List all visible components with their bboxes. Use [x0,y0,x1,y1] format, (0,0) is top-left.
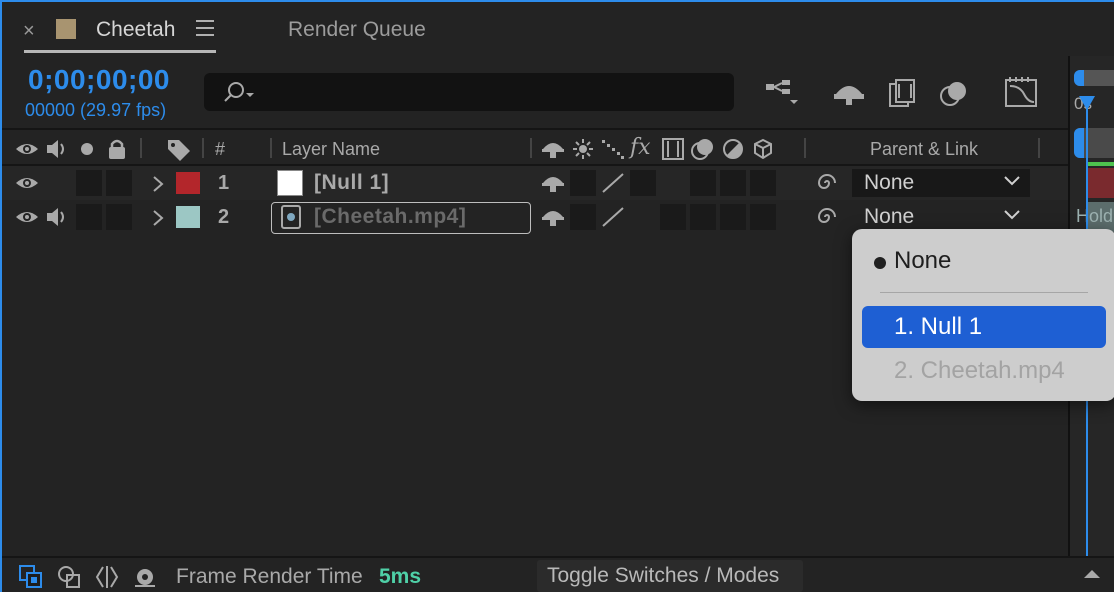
motion-blur-column-icon[interactable] [690,137,716,161]
adjustment-switch[interactable] [720,170,746,196]
video-visibility-icon[interactable] [14,137,40,161]
composition-flowchart-icon[interactable] [762,76,800,110]
frame-blend-icon[interactable] [660,137,686,161]
active-tab-indicator [24,50,216,53]
shy-icon[interactable] [540,137,566,161]
panel-tab-bar: × Cheetah Render Queue [2,4,1114,56]
lock-icon[interactable] [104,137,130,161]
zoom-up-icon[interactable] [1082,568,1102,580]
audio-icon[interactable] [44,137,70,161]
panel-menu-icon[interactable] [196,20,214,36]
draft-3d-icon[interactable] [830,76,868,110]
quality-best-icon[interactable] [600,205,626,229]
render-cache-bar [1086,162,1114,166]
search-icon [224,82,254,102]
chevron-right-icon[interactable] [146,206,172,230]
popup-option-cheetah: 2. Cheetah.mp4 [894,357,1065,384]
label-tag-icon[interactable] [166,137,192,161]
audio-icon[interactable] [44,205,70,229]
lock-switch[interactable] [106,170,132,196]
work-area-start-handle[interactable] [1074,128,1084,158]
solo-switch[interactable] [76,204,102,230]
video-visibility-icon[interactable] [14,205,40,229]
parent-dropdown-value: None [864,171,915,194]
parent-link-column-header[interactable]: Parent & Link [870,139,978,160]
layer-column-headers: # Layer Name fx Parent & Link [2,130,1068,166]
3d-switch[interactable] [750,170,776,196]
layer-name[interactable]: [Null 1] [314,171,389,195]
solo-switch[interactable] [76,170,102,196]
motion-blur-icon[interactable] [936,76,974,110]
composition-color-swatch [56,19,76,39]
layer-number: 1 [218,172,230,194]
adjustment-switch[interactable] [720,204,746,230]
adjustment-layer-icon[interactable] [720,137,746,161]
selected-bullet-icon [874,257,886,269]
layer-row[interactable]: 1 [Null 1] None [2,166,1068,200]
effects-column-header[interactable]: fx [630,135,651,160]
layer-switches-icon[interactable] [18,564,44,590]
effects-switch[interactable] [630,170,656,196]
number-column-header[interactable]: # [215,139,225,160]
popup-option-none[interactable]: None [894,247,1114,287]
frame-blending-icon[interactable] [884,76,922,110]
collapse-switch[interactable] [570,170,596,196]
composition-panel: × Cheetah Render Queue 0;00;00;00 00000 … [0,0,1114,592]
lock-switch[interactable] [106,204,132,230]
video-visibility-icon[interactable] [14,171,40,195]
null-layer-icon [277,170,303,196]
frame-count-display: 00000 (29.97 fps) [25,100,167,120]
chevron-right-icon[interactable] [146,172,172,196]
shy-icon[interactable] [540,171,566,195]
parent-dropdown-value[interactable]: None [864,205,914,229]
collapse-switch[interactable] [570,204,596,230]
3d-switch[interactable] [750,204,776,230]
graph-editor-icon[interactable] [1002,76,1040,110]
layer-bar-label: Hold [1076,206,1114,226]
render-time-icon[interactable] [132,564,158,590]
popup-option-null-1[interactable]: 1. Null 1 [894,313,1114,353]
toggle-switches-modes-label[interactable]: Toggle Switches / Modes [547,564,779,588]
motion-blur-switch[interactable] [690,170,716,196]
solo-icon[interactable] [74,137,100,161]
label-color-swatch[interactable] [176,172,200,194]
time-navigator-start-handle[interactable] [1074,70,1084,86]
frame-render-label: Frame Render Time [176,565,363,588]
collapse-transform-icon[interactable] [570,137,596,161]
in-out-icon[interactable] [94,564,120,590]
current-time-display[interactable]: 0;00;00;00 [28,64,170,96]
3d-layer-icon[interactable] [750,137,776,161]
popup-divider [880,292,1088,293]
layer-search-field[interactable] [204,73,734,111]
status-bar: Frame Render Time 5ms Toggle Switches / … [2,556,1114,592]
tab-cheetah[interactable]: Cheetah [96,18,175,42]
quality-icon[interactable] [600,137,626,161]
pick-whip-icon[interactable] [814,205,840,229]
chevron-down-icon[interactable] [1002,208,1022,222]
pick-whip-icon[interactable] [814,171,840,195]
chevron-down-icon[interactable] [1002,174,1022,188]
layer-name[interactable]: [Cheetah.mp4] [314,205,466,229]
label-color-swatch[interactable] [176,206,200,228]
close-tab-icon[interactable]: × [23,21,35,41]
transfer-controls-icon[interactable] [56,564,82,590]
playhead-handle[interactable] [1079,96,1095,110]
footage-file-icon [281,205,301,229]
layer-name-column-header[interactable]: Layer Name [282,139,380,160]
layer-duration-bar[interactable] [1086,168,1114,198]
tab-render-queue[interactable]: Render Queue [288,18,426,42]
motion-blur-switch[interactable] [690,204,716,230]
quality-best-icon[interactable] [600,171,626,195]
shy-icon[interactable] [540,205,566,229]
frame-render-value: 5ms [379,565,422,588]
parent-popup-menu: None 1. Null 1 2. Cheetah.mp4 [852,229,1114,401]
frame-blend-switch[interactable] [660,204,686,230]
layer-number: 2 [218,206,230,228]
